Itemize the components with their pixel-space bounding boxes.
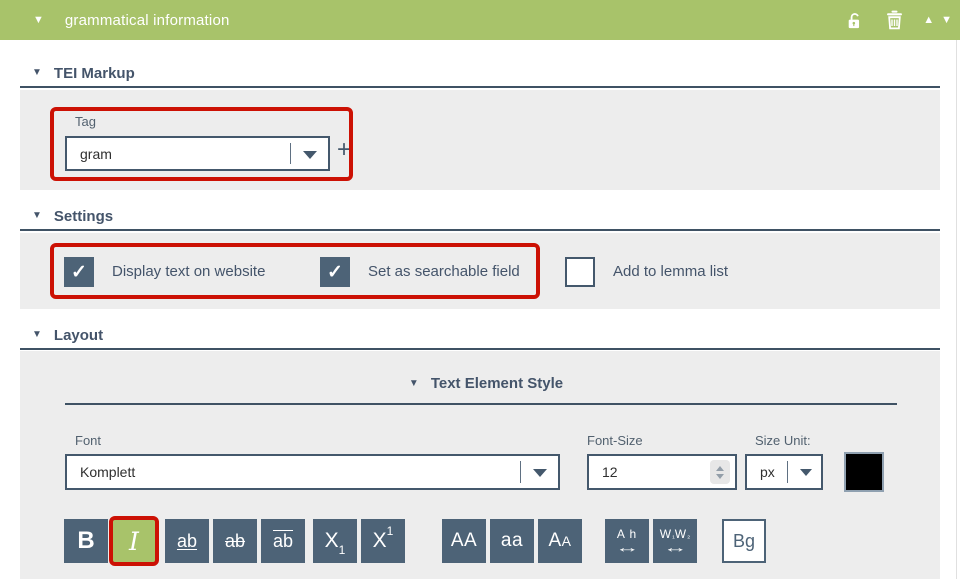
number-spinner[interactable] (710, 460, 730, 484)
dropdown-arrow-icon (303, 151, 317, 159)
trash-icon[interactable] (886, 10, 903, 30)
letter-spacing-button[interactable]: A h ↔ (605, 519, 649, 563)
font-select-value: Komplett (80, 464, 135, 480)
move-up-icon[interactable]: ▲ (923, 14, 934, 26)
color-swatch[interactable] (844, 452, 884, 492)
strikethrough-label: ab (225, 531, 245, 552)
italic-button[interactable]: I (112, 519, 156, 563)
select-divider (520, 461, 521, 483)
font-label: Font (75, 433, 101, 448)
font-select[interactable]: Komplett (65, 454, 560, 490)
size-unit-label: Size Unit: (755, 433, 811, 448)
collapse-section-icon[interactable]: ▼ (409, 379, 419, 389)
unlock-icon[interactable] (846, 11, 864, 30)
capitalize-second: A (562, 533, 572, 549)
size-unit-select[interactable]: px (745, 454, 823, 490)
checkbox-set-as-searchable-field[interactable]: ✓ (320, 257, 350, 287)
horizontal-arrow-icon: ↔ (615, 541, 640, 554)
superscript-base: X (373, 529, 387, 553)
section-tei-markup-header[interactable]: ▼ TEI Markup (20, 60, 940, 88)
font-size-label: Font-Size (587, 433, 643, 448)
size-unit-value: px (760, 464, 775, 480)
text-element-style-header[interactable]: ▼ Text Element Style (20, 375, 940, 392)
section-title: Layout (54, 327, 103, 344)
titlebar: ▼ grammatical information (0, 0, 960, 40)
uppercase-button[interactable]: AA (442, 519, 486, 563)
check-icon: ✓ (327, 261, 343, 284)
grammatical-information-panel: ▼ grammatical information (0, 0, 960, 579)
section-title: TEI Markup (54, 65, 135, 82)
italic-label: I (129, 527, 139, 556)
window-edge (956, 40, 957, 579)
checkbox-label: Display text on website (112, 257, 265, 287)
tag-label: Tag (75, 114, 96, 129)
tag-select-value: gram (80, 146, 112, 162)
capitalize-first: A (548, 530, 561, 552)
panel-title: grammatical information (65, 12, 230, 29)
lowercase-label: aa (501, 530, 523, 552)
add-tag-button[interactable]: + (337, 138, 351, 162)
underline-button[interactable]: ab (165, 519, 209, 563)
checkbox-display-text-on-website[interactable]: ✓ (64, 257, 94, 287)
background-label: Bg (733, 531, 755, 552)
superscript-button[interactable]: X 1 (361, 519, 405, 563)
spinner-down-icon[interactable] (716, 474, 724, 479)
check-icon: ✓ (71, 261, 87, 284)
section-title: Text Element Style (431, 375, 563, 392)
bold-label: B (77, 527, 94, 555)
font-size-input[interactable]: 12 (587, 454, 737, 490)
tag-select[interactable]: gram (65, 136, 330, 171)
settings-panel: ✓ Display text on website ✓ Set as searc… (20, 233, 940, 309)
word-spacing-button[interactable]: W₁W₂ ↔ (653, 519, 697, 563)
collapse-section-icon[interactable]: ▼ (32, 330, 42, 340)
spinner-up-icon[interactable] (716, 466, 724, 471)
dropdown-arrow-icon (533, 469, 547, 477)
section-divider (65, 403, 897, 405)
section-settings-header[interactable]: ▼ Settings (20, 203, 940, 231)
checkbox-label: Add to lemma list (613, 257, 728, 287)
move-down-icon[interactable]: ▼ (941, 14, 952, 26)
word-spacing-label: W₁W₂ (660, 528, 690, 540)
collapse-section-icon[interactable]: ▼ (32, 68, 42, 78)
subscript-digit: 1 (339, 543, 346, 557)
letter-spacing-label: A h (617, 528, 637, 540)
checkbox-label: Set as searchable field (368, 257, 520, 287)
checkbox-add-to-lemma-list[interactable] (565, 257, 595, 287)
superscript-digit: 1 (387, 524, 394, 538)
layout-panel: ▼ Text Element Style Font Komplett Font-… (20, 351, 940, 579)
collapse-panel-icon[interactable]: ▼ (33, 15, 44, 26)
collapse-section-icon[interactable]: ▼ (32, 211, 42, 221)
subscript-base: X (325, 529, 339, 553)
section-title: Settings (54, 208, 113, 225)
overline-button[interactable]: ab (261, 519, 305, 563)
capitalize-button[interactable]: AA (538, 519, 582, 563)
section-layout-header[interactable]: ▼ Layout (20, 322, 940, 350)
background-color-button[interactable]: Bg (722, 519, 766, 563)
tei-markup-panel: Tag gram + (20, 90, 940, 190)
font-size-value: 12 (602, 456, 618, 488)
uppercase-label: AA (451, 530, 477, 552)
underline-label: ab (177, 531, 197, 552)
titlebar-actions: ▲ ▼ (846, 0, 954, 40)
lowercase-button[interactable]: aa (490, 519, 534, 563)
horizontal-arrow-icon: ↔ (663, 541, 688, 554)
overline-label: ab (273, 531, 293, 552)
select-divider (290, 143, 291, 165)
subscript-button[interactable]: X 1 (313, 519, 357, 563)
bold-button[interactable]: B (64, 519, 108, 563)
dropdown-arrow-icon (800, 469, 812, 476)
strikethrough-button[interactable]: ab (213, 519, 257, 563)
select-divider (787, 461, 788, 483)
